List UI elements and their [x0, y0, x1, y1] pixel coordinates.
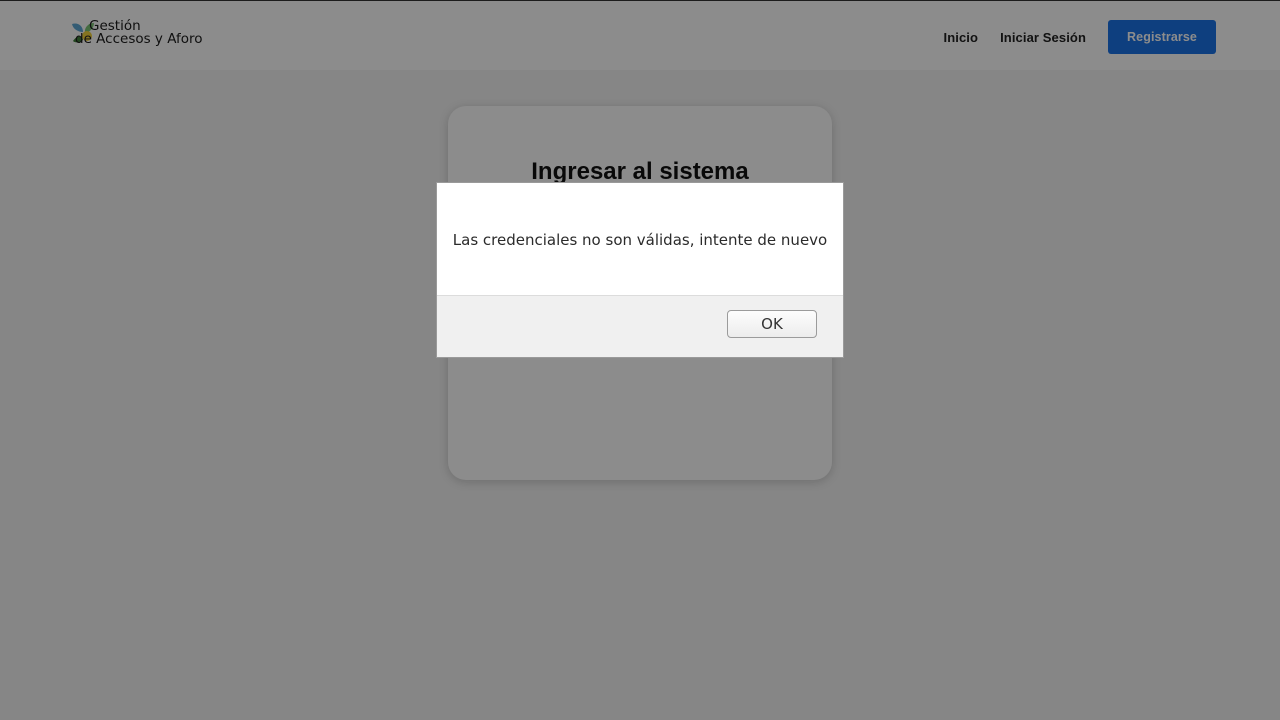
dialog-message: Las credenciales no son válidas, intente… [452, 231, 828, 249]
dialog-footer: OK [437, 295, 843, 357]
alert-dialog: Las credenciales no son válidas, intente… [436, 182, 844, 358]
modal-backdrop [0, 0, 1280, 720]
dialog-body: Las credenciales no son válidas, intente… [437, 183, 843, 297]
ok-button[interactable]: OK [727, 310, 817, 338]
